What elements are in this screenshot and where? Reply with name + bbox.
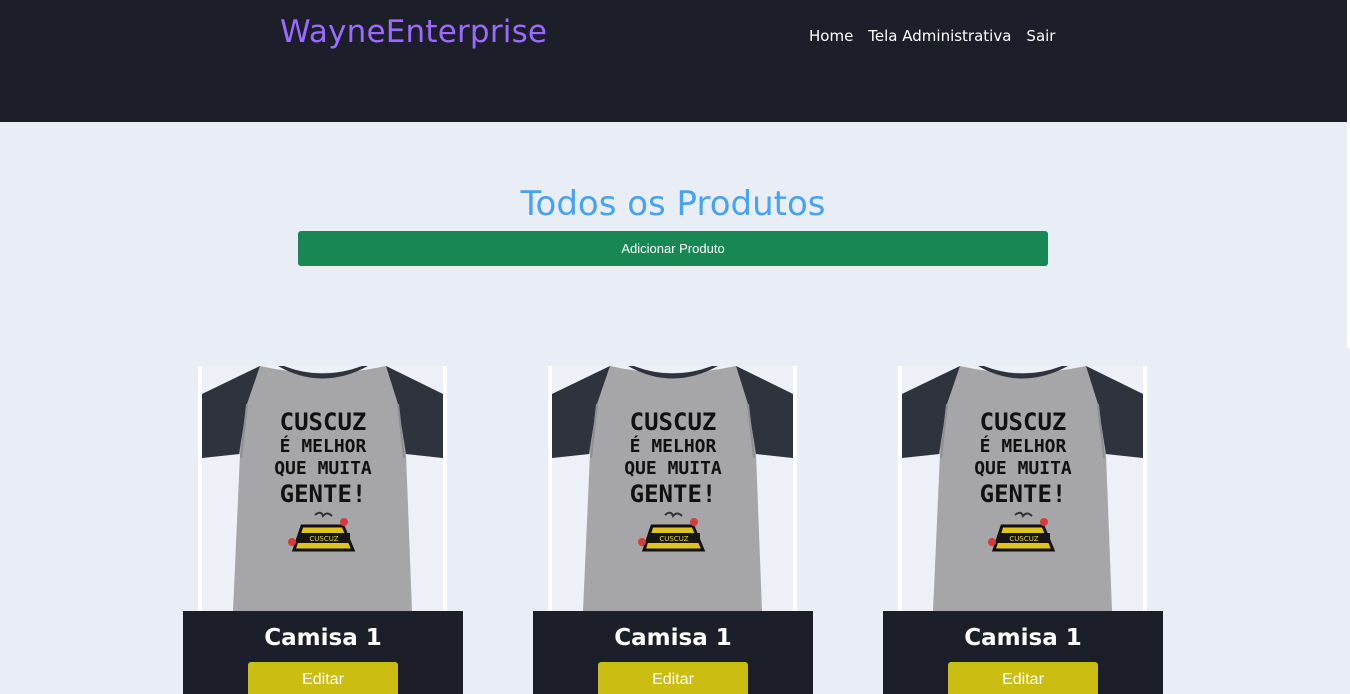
product-image: CUSCUZ É MELHOR QUE MUITA GENTE! CUSCUZ — [898, 366, 1147, 611]
shirt-line-4: GENTE! — [980, 480, 1067, 508]
brand-logo[interactable]: WayneEnterprise — [280, 12, 547, 52]
shirt-badge-text: CUSCUZ — [659, 535, 688, 543]
shirt-badge-text: CUSCUZ — [309, 535, 338, 543]
shirt-line-3: QUE MUITA — [624, 458, 722, 479]
nav-logout-link[interactable]: Sair — [1026, 24, 1055, 48]
top-header: WayneEnterprise Home Tela Administrativa… — [0, 0, 1347, 122]
page-title: Todos os Produtos — [520, 184, 826, 224]
product-image: CUSCUZ É MELHOR QUE MUITA GENTE! CUSCUZ — [548, 366, 797, 611]
add-product-button[interactable]: Adicionar Produto — [298, 231, 1048, 266]
product-card: CUSCUZ É MELHOR QUE MUITA GENTE! CUSCUZ … — [883, 366, 1163, 694]
shirt-line-1: CUSCUZ — [280, 408, 367, 436]
shirt-image: CUSCUZ É MELHOR QUE MUITA GENTE! CUSCUZ — [902, 366, 1143, 611]
product-list-page: WayneEnterprise Home Tela Administrativa… — [0, 0, 1350, 694]
nav-home-link[interactable]: Home — [809, 24, 853, 48]
shirt-image: CUSCUZ É MELHOR QUE MUITA GENTE! CUSCUZ — [552, 366, 793, 611]
shirt-line-2: É MELHOR — [630, 435, 717, 457]
shirt-line-1: CUSCUZ — [630, 408, 717, 436]
shirt-line-3: QUE MUITA — [274, 458, 372, 479]
shirt-line-2: É MELHOR — [280, 435, 367, 457]
edit-product-button[interactable]: Editar — [948, 662, 1098, 694]
product-card: CUSCUZ É MELHOR QUE MUITA GENTE! CUSCUZ … — [183, 366, 463, 694]
main-navigation: Home Tela Administrativa Sair — [809, 24, 1055, 48]
shirt-line-4: GENTE! — [630, 480, 717, 508]
edit-product-button[interactable]: Editar — [598, 662, 748, 694]
product-card: CUSCUZ É MELHOR QUE MUITA GENTE! CUSCUZ … — [533, 366, 813, 694]
edit-product-button[interactable]: Editar — [248, 662, 398, 694]
product-info-panel: Camisa 1 Editar — [533, 611, 813, 694]
product-info-panel: Camisa 1 Editar — [183, 611, 463, 694]
shirt-line-2: É MELHOR — [980, 435, 1067, 457]
product-name: Camisa 1 — [964, 625, 1082, 651]
shirt-badge-text: CUSCUZ — [1009, 535, 1038, 543]
product-name: Camisa 1 — [614, 625, 732, 651]
product-image: CUSCUZ É MELHOR QUE MUITA GENTE! CUSCUZ — [198, 366, 447, 611]
shirt-image: CUSCUZ É MELHOR QUE MUITA GENTE! CUSCUZ — [202, 366, 443, 611]
shirt-line-1: CUSCUZ — [980, 408, 1067, 436]
product-info-panel: Camisa 1 Editar — [883, 611, 1163, 694]
nav-admin-link[interactable]: Tela Administrativa — [868, 24, 1011, 48]
shirt-line-4: GENTE! — [280, 480, 367, 508]
product-name: Camisa 1 — [264, 625, 382, 651]
shirt-line-3: QUE MUITA — [974, 458, 1072, 479]
